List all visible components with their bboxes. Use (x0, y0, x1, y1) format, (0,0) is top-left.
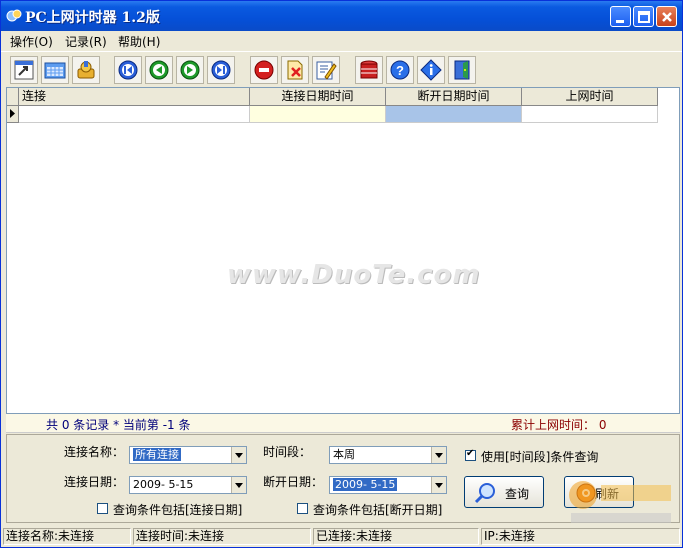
status-connection-time: 连接时间:未连接 (133, 528, 311, 545)
period-value: 本周 (333, 448, 355, 461)
app-window: PC上网计时器 1.2版 操作(O) 记录(R) 帮助(H) ? 连接 连接日期… (0, 0, 683, 548)
last-record-icon (211, 60, 231, 80)
app-icon (6, 9, 22, 22)
toolbar: ? (1, 51, 682, 88)
total-online-time: 累计上网时间： 0 (511, 418, 607, 432)
include-disconnect-date-checkbox[interactable] (297, 503, 308, 514)
menu-help[interactable]: 帮助(H) (118, 33, 160, 50)
grid-corner (7, 88, 19, 106)
previous-record-icon (149, 60, 169, 80)
archive-icon (360, 60, 378, 79)
info-button[interactable] (417, 56, 445, 84)
edit-icon (316, 61, 337, 80)
period-select[interactable]: 本周 (329, 446, 447, 464)
dropdown-arrow-icon[interactable] (431, 447, 446, 463)
first-record-button[interactable] (114, 56, 142, 84)
close-button[interactable] (656, 6, 677, 27)
disconnect-date-label: 断开日期： (263, 475, 324, 489)
menu-bar: 操作(O) 记录(R) 帮助(H) (1, 31, 682, 50)
column-header-connect-time[interactable]: 连接日期时间 (250, 88, 386, 106)
minimize-icon (616, 20, 624, 23)
table-cell[interactable] (250, 106, 386, 123)
exit-button[interactable] (448, 56, 476, 84)
record-info-bar: 共 0 条记录 * 当前第 -1 条 累计上网时间： 0 (6, 414, 680, 433)
connection-date-value: 2009- 5-15 (133, 478, 194, 491)
disconnect-date-value: 2009- 5-15 (333, 478, 398, 491)
column-header-disconnect-time[interactable]: 断开日期时间 (386, 88, 522, 106)
use-period-checkbox[interactable] (465, 448, 476, 461)
dropdown-arrow-icon[interactable] (231, 447, 246, 463)
info-icon (420, 59, 442, 81)
help-icon: ? (390, 60, 410, 80)
row-pointer-icon (10, 109, 15, 118)
period-label: 时间段： (263, 445, 312, 459)
site-logo-watermark (569, 481, 671, 523)
row-indicator (7, 106, 19, 123)
title-bar[interactable]: PC上网计时器 1.2版 (1, 1, 682, 31)
edit-button[interactable] (312, 56, 340, 84)
table-cell[interactable] (386, 106, 522, 123)
connection-date-picker[interactable]: 2009- 5-15 (129, 476, 247, 494)
calendar-icon (44, 62, 66, 79)
include-connection-date-label: 查询条件包括[连接日期] (113, 503, 243, 517)
stop-icon (254, 60, 274, 80)
next-record-button[interactable] (176, 56, 204, 84)
watermark: www.DuoTe.com (227, 260, 481, 290)
dropdown-arrow-icon[interactable] (431, 477, 446, 493)
column-header-online-time[interactable]: 上网时间 (522, 88, 658, 106)
dropdown-arrow-icon[interactable] (231, 477, 246, 493)
connect-icon (77, 61, 95, 79)
connect-button[interactable] (72, 56, 100, 84)
previous-record-button[interactable] (145, 56, 173, 84)
stop-button[interactable] (250, 56, 278, 84)
connection-date-label: 连接日期： (64, 475, 125, 489)
connection-name-label: 连接名称： (64, 445, 125, 459)
help-button[interactable]: ? (386, 56, 414, 84)
exit-icon (454, 60, 470, 80)
menu-operate[interactable]: 操作(O) (10, 33, 53, 50)
use-period-label: 使用[时间段]条件查询 (481, 450, 599, 464)
include-disconnect-date-label: 查询条件包括[断开日期] (313, 503, 443, 517)
shortcut-button[interactable] (10, 56, 38, 84)
calendar-button[interactable] (41, 56, 69, 84)
menu-records[interactable]: 记录(R) (65, 33, 107, 50)
connection-name-select[interactable]: 所有连接 (129, 446, 247, 464)
close-icon (662, 12, 672, 22)
query-button-label: 查询 (505, 487, 530, 501)
window-title: PC上网计时器 1.2版 (25, 10, 160, 26)
disconnect-date-picker[interactable]: 2009- 5-15 (329, 476, 447, 494)
magnifier-icon (474, 483, 495, 504)
svg-text:?: ? (396, 63, 404, 78)
maximize-icon (638, 11, 650, 23)
first-record-icon (118, 60, 138, 80)
next-record-icon (180, 60, 200, 80)
maximize-button[interactable] (633, 6, 654, 27)
delete-icon (287, 60, 303, 80)
archive-button[interactable] (355, 56, 383, 84)
status-connection-name: 连接名称:未连接 (3, 528, 131, 545)
table-cell[interactable] (19, 106, 250, 123)
records-grid[interactable]: 连接 连接日期时间 断开日期时间 上网时间 www.DuoTe.com (6, 87, 680, 414)
record-count: 共 0 条记录 * 当前第 -1 条 (46, 418, 191, 432)
connection-name-value: 所有连接 (133, 448, 181, 461)
shortcut-icon (14, 60, 34, 80)
query-button[interactable]: 查询 (464, 476, 544, 508)
status-connected: 已连接:未连接 (313, 528, 479, 545)
table-cell[interactable] (522, 106, 658, 123)
delete-button[interactable] (281, 56, 309, 84)
column-header-connection[interactable]: 连接 (19, 88, 250, 106)
minimize-button[interactable] (610, 6, 631, 27)
last-record-button[interactable] (207, 56, 235, 84)
include-connection-date-checkbox[interactable] (97, 503, 108, 514)
